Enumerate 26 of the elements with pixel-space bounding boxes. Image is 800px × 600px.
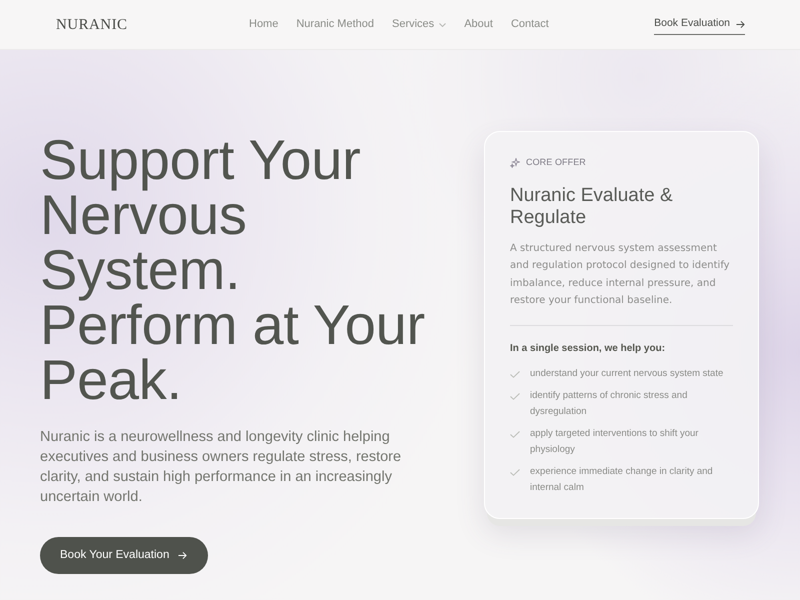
nav-link[interactable]: Home bbox=[249, 16, 278, 33]
benefit-text: understand your current nervous system state bbox=[530, 366, 724, 380]
book-evaluation-link[interactable]: Book Evaluation bbox=[654, 16, 745, 35]
check-icon bbox=[510, 430, 520, 438]
card-title: Nuranic Evaluate & Regulate bbox=[510, 184, 674, 228]
check-icon bbox=[510, 392, 520, 400]
nav-link[interactable]: Services bbox=[392, 16, 446, 33]
benefit-text: apply targeted interventions to shift your physiology bbox=[530, 426, 700, 456]
nav-link[interactable]: Nuranic Method bbox=[296, 16, 374, 33]
card-description: A structured nervous system assessment and regulation protocol designed to identify imbalance, reduce internal pressure, and restore your functional baseline. bbox=[510, 242, 731, 308]
check-icon bbox=[510, 370, 520, 378]
hero-description: Nuranic is a neurowellness and longevity clinic helping executives and business owners regulate stress, restore clarity, and sustain high performance in an increasingly uncertain world. bbox=[40, 428, 402, 507]
chevron-down-icon bbox=[439, 22, 446, 26]
list-heading: In a single session, we help you: bbox=[510, 342, 666, 356]
nav-link[interactable]: Contact bbox=[510, 16, 549, 33]
benefit-text: experience immediate change in clarity and internal calm bbox=[530, 464, 714, 494]
arrow-right-icon bbox=[736, 20, 745, 28]
card-eyebrow: CORE OFFER bbox=[526, 156, 586, 169]
nav-link[interactable]: About bbox=[464, 16, 493, 33]
brand-logo[interactable]: NURANIC bbox=[56, 16, 128, 32]
hero-headline: Support Your Nervous System. Perform at Your Peak. bbox=[40, 132, 426, 407]
sparkle-icon bbox=[510, 158, 520, 168]
benefit-text: identify patterns of chronic stress and dysregulation bbox=[530, 388, 688, 418]
check-icon bbox=[510, 468, 520, 476]
arrow-right-icon bbox=[178, 551, 188, 560]
book-your-evaluation-button[interactable]: Book Your Evaluation bbox=[40, 537, 208, 574]
